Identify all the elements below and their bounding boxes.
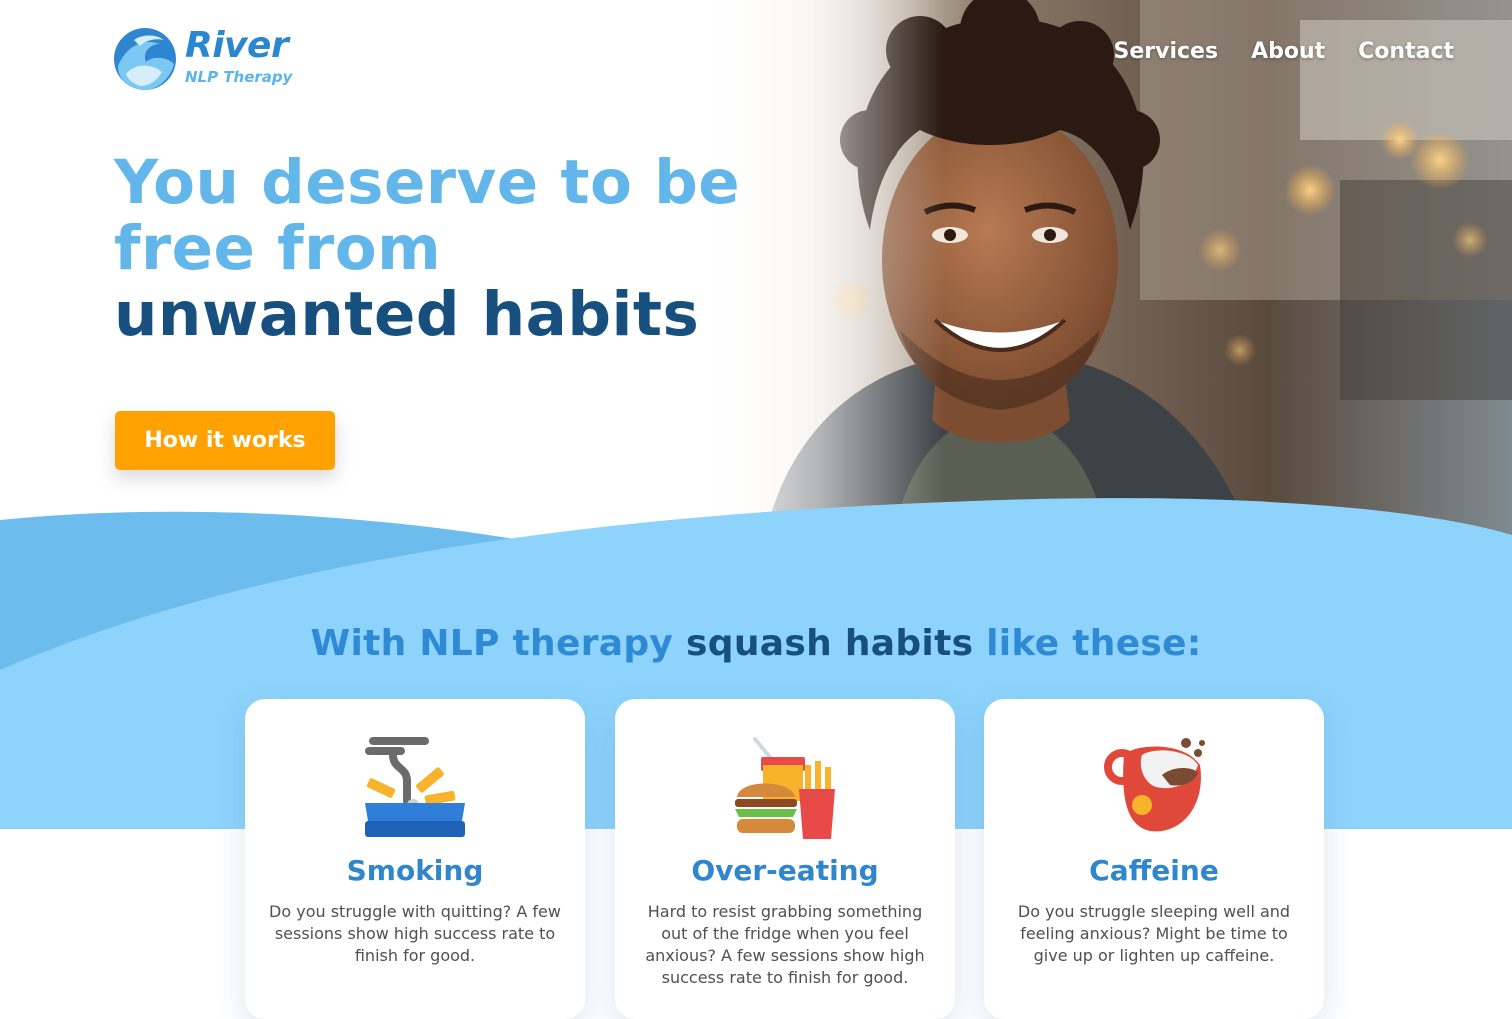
habit-card-text: Do you struggle sleeping well and feelin…: [1017, 902, 1291, 965]
headline-line-1: You deserve to be: [114, 147, 741, 218]
habit-card-caffeine[interactable]: Caffeine Do you struggle sleeping well a…: [984, 699, 1324, 1019]
ashtray-icon: [365, 737, 465, 837]
habit-card-text: Do you struggle with quitting? A few ses…: [269, 902, 561, 965]
habit-card-smoking[interactable]: Smoking Do you struggle with quitting? A…: [245, 699, 585, 1019]
nav-contact[interactable]: Contact: [1358, 36, 1454, 68]
habit-card-text: Hard to resist grabbing something out of…: [645, 902, 925, 987]
habits-section-title: With NLP therapy squash habits like thes…: [0, 620, 1512, 668]
headline-line-3: unwanted habits: [114, 279, 700, 350]
how-it-works-button[interactable]: How it works: [115, 411, 335, 470]
logo[interactable]: River NLP Therapy: [112, 26, 312, 92]
habit-card-title: Caffeine: [1089, 854, 1219, 887]
nav-services[interactable]: Services: [1114, 36, 1219, 68]
habit-card-over-eating[interactable]: Over-eating Hard to resist grabbing some…: [615, 699, 955, 1019]
fast-food-icon: [735, 737, 835, 839]
main-nav: Services About Contact: [1114, 36, 1454, 68]
wave-logo-icon: [114, 28, 176, 90]
logo-name: River: [185, 25, 289, 66]
title-part-2: squash habits: [686, 623, 974, 664]
hero-photo: [700, 0, 1512, 560]
title-part-3: like these:: [986, 623, 1202, 664]
title-part-1: With NLP therapy: [310, 623, 674, 664]
nav-about[interactable]: About: [1251, 36, 1325, 68]
hero-headline: You deserve to be free from unwanted hab…: [114, 150, 754, 348]
habit-card-title: Over-eating: [691, 854, 879, 887]
logo-tagline: NLP Therapy: [185, 68, 293, 86]
coffee-cup-icon: [1104, 738, 1205, 832]
habit-card-title: Smoking: [346, 854, 484, 887]
headline-line-2: free from: [114, 213, 442, 284]
